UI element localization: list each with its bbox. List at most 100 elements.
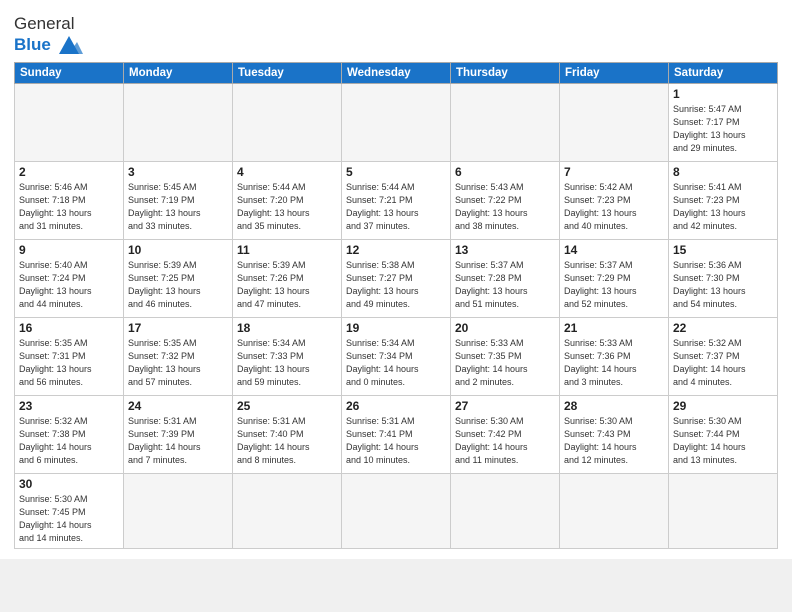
calendar-week-row: 9 Sunrise: 5:40 AM Sunset: 7:24 PM Daylig… <box>15 239 778 317</box>
calendar-cell: 23 Sunrise: 5:32 AM Sunset: 7:38 PM Dayli… <box>15 395 124 473</box>
calendar-cell: 1Sunrise: 5:47 AM Sunset: 7:17 PM Daylig… <box>669 83 778 161</box>
calendar-cell: 25 Sunrise: 5:31 AM Sunset: 7:40 PM Dayli… <box>233 395 342 473</box>
calendar-cell: 26 Sunrise: 5:31 AM Sunset: 7:41 PM Dayli… <box>342 395 451 473</box>
calendar-cell: 8 Sunrise: 5:41 AM Sunset: 7:23 PM Daylig… <box>669 161 778 239</box>
calendar-cell: 4Sunrise: 5:44 AM Sunset: 7:20 PM Daylig… <box>233 161 342 239</box>
calendar-cell: 29Sunrise: 5:30 AM Sunset: 7:44 PM Dayli… <box>669 395 778 473</box>
calendar-cell: 10Sunrise: 5:39 AM Sunset: 7:25 PM Dayli… <box>124 239 233 317</box>
day-number: 16 <box>19 321 119 335</box>
calendar-header-sunday: Sunday <box>15 62 124 83</box>
day-info: Sunrise: 5:34 AM Sunset: 7:33 PM Dayligh… <box>237 337 337 389</box>
calendar-cell: 13Sunrise: 5:37 AM Sunset: 7:28 PM Dayli… <box>451 239 560 317</box>
header: General Blue <box>14 10 778 56</box>
calendar-cell: 16 Sunrise: 5:35 AM Sunset: 7:31 PM Dayli… <box>15 317 124 395</box>
calendar-header-wednesday: Wednesday <box>342 62 451 83</box>
calendar-header-tuesday: Tuesday <box>233 62 342 83</box>
calendar-cell <box>124 83 233 161</box>
day-info: Sunrise: 5:34 AM Sunset: 7:34 PM Dayligh… <box>346 337 446 389</box>
day-number: 17 <box>128 321 228 335</box>
day-number: 1 <box>673 87 773 101</box>
day-info: Sunrise: 5:32 AM Sunset: 7:38 PM Dayligh… <box>19 415 119 467</box>
calendar-header-saturday: Saturday <box>669 62 778 83</box>
day-info: Sunrise: 5:31 AM Sunset: 7:41 PM Dayligh… <box>346 415 446 467</box>
day-info: Sunrise: 5:38 AM Sunset: 7:27 PM Dayligh… <box>346 259 446 311</box>
calendar-cell: 18 Sunrise: 5:34 AM Sunset: 7:33 PM Dayli… <box>233 317 342 395</box>
calendar-cell: 7 Sunrise: 5:42 AM Sunset: 7:23 PM Daylig… <box>560 161 669 239</box>
calendar-week-row: 23 Sunrise: 5:32 AM Sunset: 7:38 PM Dayli… <box>15 395 778 473</box>
calendar-cell <box>233 473 342 548</box>
calendar-cell: 3 Sunrise: 5:45 AM Sunset: 7:19 PM Daylig… <box>124 161 233 239</box>
day-number: 26 <box>346 399 446 413</box>
calendar-cell: 5 Sunrise: 5:44 AM Sunset: 7:21 PM Daylig… <box>342 161 451 239</box>
logo: General Blue <box>14 14 83 56</box>
day-info: Sunrise: 5:32 AM Sunset: 7:37 PM Dayligh… <box>673 337 773 389</box>
calendar-cell: 11 Sunrise: 5:39 AM Sunset: 7:26 PM Dayli… <box>233 239 342 317</box>
calendar-cell: 6 Sunrise: 5:43 AM Sunset: 7:22 PM Daylig… <box>451 161 560 239</box>
day-number: 25 <box>237 399 337 413</box>
calendar-cell <box>451 83 560 161</box>
day-number: 18 <box>237 321 337 335</box>
day-number: 27 <box>455 399 555 413</box>
day-info: Sunrise: 5:30 AM Sunset: 7:42 PM Dayligh… <box>455 415 555 467</box>
day-number: 23 <box>19 399 119 413</box>
day-info: Sunrise: 5:42 AM Sunset: 7:23 PM Dayligh… <box>564 181 664 233</box>
day-number: 11 <box>237 243 337 257</box>
day-info: Sunrise: 5:30 AM Sunset: 7:44 PM Dayligh… <box>673 415 773 467</box>
calendar-cell <box>124 473 233 548</box>
day-number: 20 <box>455 321 555 335</box>
day-info: Sunrise: 5:41 AM Sunset: 7:23 PM Dayligh… <box>673 181 773 233</box>
calendar-cell <box>342 83 451 161</box>
calendar-header-row: SundayMondayTuesdayWednesdayThursdayFrid… <box>15 62 778 83</box>
day-info: Sunrise: 5:30 AM Sunset: 7:43 PM Dayligh… <box>564 415 664 467</box>
calendar-cell <box>560 83 669 161</box>
calendar-cell <box>669 473 778 548</box>
calendar-cell: 27 Sunrise: 5:30 AM Sunset: 7:42 PM Dayli… <box>451 395 560 473</box>
day-number: 13 <box>455 243 555 257</box>
calendar-cell <box>233 83 342 161</box>
day-number: 22 <box>673 321 773 335</box>
day-number: 3 <box>128 165 228 179</box>
calendar-week-row: 2 Sunrise: 5:46 AM Sunset: 7:18 PM Daylig… <box>15 161 778 239</box>
day-info: Sunrise: 5:30 AM Sunset: 7:45 PM Dayligh… <box>19 493 119 545</box>
day-number: 30 <box>19 477 119 491</box>
day-number: 5 <box>346 165 446 179</box>
calendar-cell: 22 Sunrise: 5:32 AM Sunset: 7:37 PM Dayli… <box>669 317 778 395</box>
calendar-cell: 24Sunrise: 5:31 AM Sunset: 7:39 PM Dayli… <box>124 395 233 473</box>
day-number: 9 <box>19 243 119 257</box>
calendar-cell: 19Sunrise: 5:34 AM Sunset: 7:34 PM Dayli… <box>342 317 451 395</box>
day-number: 15 <box>673 243 773 257</box>
calendar-header-thursday: Thursday <box>451 62 560 83</box>
day-info: Sunrise: 5:37 AM Sunset: 7:29 PM Dayligh… <box>564 259 664 311</box>
day-info: Sunrise: 5:44 AM Sunset: 7:21 PM Dayligh… <box>346 181 446 233</box>
calendar-cell: 17Sunrise: 5:35 AM Sunset: 7:32 PM Dayli… <box>124 317 233 395</box>
calendar-header-monday: Monday <box>124 62 233 83</box>
day-number: 12 <box>346 243 446 257</box>
day-info: Sunrise: 5:39 AM Sunset: 7:26 PM Dayligh… <box>237 259 337 311</box>
day-info: Sunrise: 5:45 AM Sunset: 7:19 PM Dayligh… <box>128 181 228 233</box>
day-info: Sunrise: 5:40 AM Sunset: 7:24 PM Dayligh… <box>19 259 119 311</box>
day-info: Sunrise: 5:44 AM Sunset: 7:20 PM Dayligh… <box>237 181 337 233</box>
calendar-week-row: 30 Sunrise: 5:30 AM Sunset: 7:45 PM Dayli… <box>15 473 778 548</box>
day-info: Sunrise: 5:43 AM Sunset: 7:22 PM Dayligh… <box>455 181 555 233</box>
day-info: Sunrise: 5:33 AM Sunset: 7:36 PM Dayligh… <box>564 337 664 389</box>
day-number: 21 <box>564 321 664 335</box>
calendar-cell <box>15 83 124 161</box>
calendar-cell: 9 Sunrise: 5:40 AM Sunset: 7:24 PM Daylig… <box>15 239 124 317</box>
calendar-cell <box>342 473 451 548</box>
calendar-cell: 21 Sunrise: 5:33 AM Sunset: 7:36 PM Dayli… <box>560 317 669 395</box>
calendar-week-row: 16 Sunrise: 5:35 AM Sunset: 7:31 PM Dayli… <box>15 317 778 395</box>
day-number: 8 <box>673 165 773 179</box>
day-number: 28 <box>564 399 664 413</box>
day-info: Sunrise: 5:31 AM Sunset: 7:40 PM Dayligh… <box>237 415 337 467</box>
day-info: Sunrise: 5:46 AM Sunset: 7:18 PM Dayligh… <box>19 181 119 233</box>
day-info: Sunrise: 5:31 AM Sunset: 7:39 PM Dayligh… <box>128 415 228 467</box>
day-number: 7 <box>564 165 664 179</box>
day-number: 2 <box>19 165 119 179</box>
day-info: Sunrise: 5:39 AM Sunset: 7:25 PM Dayligh… <box>128 259 228 311</box>
calendar-cell <box>451 473 560 548</box>
day-number: 6 <box>455 165 555 179</box>
calendar-cell: 12 Sunrise: 5:38 AM Sunset: 7:27 PM Dayli… <box>342 239 451 317</box>
calendar-cell: 30 Sunrise: 5:30 AM Sunset: 7:45 PM Dayli… <box>15 473 124 548</box>
day-info: Sunrise: 5:35 AM Sunset: 7:31 PM Dayligh… <box>19 337 119 389</box>
calendar-header-friday: Friday <box>560 62 669 83</box>
